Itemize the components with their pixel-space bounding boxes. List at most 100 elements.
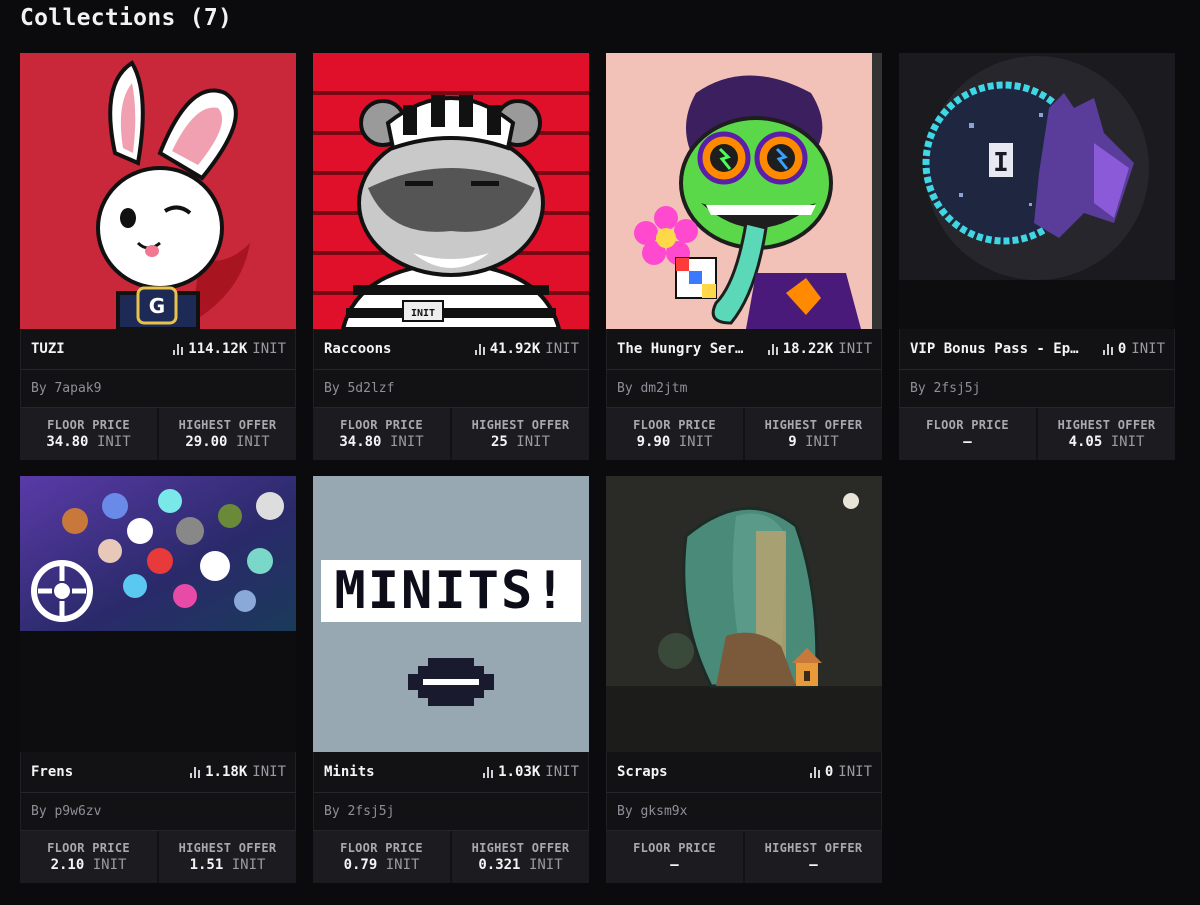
highest-offer-value: 9 — [788, 434, 797, 450]
highest-offer-label: HIGHEST OFFER — [178, 418, 277, 432]
collection-image-raccoons[interactable]: INIT — [313, 53, 589, 329]
floor-price: FLOOR PRICE 34.80 INIT — [313, 408, 450, 460]
collections-grid: G TUZI 114.12K INIT By 7apak9 FLOOR PRIC… — [20, 53, 1175, 883]
collection-card-scraps[interactable]: Scraps 0 INIT By gksm9x FLOOR PRICE – HI… — [606, 476, 882, 883]
price-stats: FLOOR PRICE 34.80 INIT HIGHEST OFFER 29.… — [20, 408, 296, 460]
price-stats: FLOOR PRICE 34.80 INIT HIGHEST OFFER 25 … — [313, 408, 589, 460]
highest-offer-label: HIGHEST OFFER — [471, 841, 570, 855]
tuzi-artwork: G — [20, 53, 296, 329]
collection-meta: Frens 1.18K INIT By p9w6zv FLOOR PRICE 2… — [20, 752, 296, 883]
highest-offer-value: 29.00 — [185, 434, 228, 450]
collection-name[interactable]: Scraps — [617, 764, 668, 780]
floor-price-value: 34.80 — [46, 434, 89, 450]
collection-name[interactable]: TUZI — [31, 341, 65, 357]
collection-card-vip[interactable]: I VIP Bonus Pass - Ep… 0 INIT By 2fsj5j … — [899, 53, 1175, 460]
floor-price-label: FLOOR PRICE — [340, 418, 423, 432]
volume-chart-icon — [767, 343, 778, 355]
highest-offer-unit: INIT — [528, 857, 563, 873]
price-stats: FLOOR PRICE – HIGHEST OFFER – — [606, 831, 882, 883]
volume-unit: INIT — [838, 764, 872, 780]
floor-price-value: 9.90 — [636, 434, 671, 450]
highest-offer-unit: INIT — [235, 434, 270, 450]
collection-name[interactable]: Minits — [324, 764, 375, 780]
volume-chart-icon — [483, 766, 494, 778]
collection-image-vip[interactable]: I — [899, 53, 1175, 329]
highest-offer-value: – — [809, 857, 818, 873]
collection-header: Scraps 0 INIT — [606, 752, 882, 793]
collection-card-minits[interactable]: MINITS! Minits 1.03K INIT By 2fsj5j FLOO… — [313, 476, 589, 883]
floor-price-unit: INIT — [92, 857, 127, 873]
highest-offer-unit: INIT — [516, 434, 550, 450]
collection-card-tuzi[interactable]: G TUZI 114.12K INIT By 7apak9 FLOOR PRIC… — [20, 53, 296, 460]
floor-price-unit: INIT — [389, 434, 424, 450]
volume-value: 1.18K — [205, 764, 248, 780]
collection-name[interactable]: The Hungry Ser… — [617, 341, 743, 357]
collection-name[interactable]: VIP Bonus Pass - Ep… — [910, 341, 1079, 357]
collection-image-hungry[interactable] — [606, 53, 882, 329]
collection-meta: The Hungry Ser… 18.22K INIT By dm2jtm FL… — [606, 329, 882, 460]
volume-chart-icon — [173, 343, 184, 355]
collection-header: TUZI 114.12K INIT — [20, 329, 296, 370]
highest-offer-value: 25 — [490, 434, 508, 450]
collection-image-frens[interactable] — [20, 476, 296, 752]
hungry-artwork — [606, 53, 882, 329]
creator[interactable]: By dm2jtm — [606, 370, 882, 408]
scraps-artwork — [606, 476, 882, 752]
collection-card-raccoons[interactable]: INIT Raccoons 41.92K INIT By 5d2lzf FLOO… — [313, 53, 589, 460]
collection-card-hungry[interactable]: The Hungry Ser… 18.22K INIT By dm2jtm FL… — [606, 53, 882, 460]
volume-value: 114.12K — [188, 341, 248, 357]
volume-unit: INIT — [545, 341, 579, 357]
collection-name[interactable]: Frens — [31, 764, 73, 780]
creator[interactable]: By p9w6zv — [20, 793, 296, 831]
highest-offer: HIGHEST OFFER 29.00 INIT — [157, 408, 296, 460]
volume-value: 0 — [824, 764, 834, 780]
collection-meta: VIP Bonus Pass - Ep… 0 INIT By 2fsj5j FL… — [899, 329, 1175, 460]
svg-text:I: I — [993, 148, 1009, 178]
highest-offer: HIGHEST OFFER 0.321 INIT — [450, 831, 589, 883]
collection-image-minits[interactable]: MINITS! — [313, 476, 589, 752]
floor-price-label: FLOOR PRICE — [926, 418, 1009, 432]
price-stats: FLOOR PRICE 9.90 INIT HIGHEST OFFER 9 IN… — [606, 408, 882, 460]
volume-chart-icon — [190, 766, 201, 778]
creator[interactable]: By gksm9x — [606, 793, 882, 831]
floor-price: FLOOR PRICE 9.90 INIT — [606, 408, 743, 460]
collection-meta: Scraps 0 INIT By gksm9x FLOOR PRICE – HI… — [606, 752, 882, 883]
creator[interactable]: By 5d2lzf — [313, 370, 589, 408]
collection-image-tuzi[interactable]: G — [20, 53, 296, 329]
collection-header: Frens 1.18K INIT — [20, 752, 296, 793]
volume-unit: INIT — [1131, 341, 1165, 357]
highest-offer-value: 1.51 — [189, 857, 224, 873]
minits-artwork: MINITS! — [313, 476, 589, 752]
floor-price-value: – — [670, 857, 679, 873]
floor-price-unit: INIT — [96, 434, 131, 450]
volume-chart-icon — [474, 343, 485, 355]
highest-offer: HIGHEST OFFER 4.05 INIT — [1036, 408, 1175, 460]
highest-offer-unit: INIT — [805, 434, 839, 450]
volume: 18.22K INIT — [767, 341, 872, 357]
volume: 1.03K INIT — [483, 764, 579, 780]
creator[interactable]: By 2fsj5j — [899, 370, 1175, 408]
collection-header: Minits 1.03K INIT — [313, 752, 589, 793]
svg-text:G: G — [149, 294, 165, 318]
floor-price: FLOOR PRICE – — [899, 408, 1036, 460]
floor-price-label: FLOOR PRICE — [47, 418, 130, 432]
collection-image-scraps[interactable] — [606, 476, 882, 752]
svg-text:INIT: INIT — [411, 308, 435, 319]
highest-offer: HIGHEST OFFER – — [743, 831, 882, 883]
collection-card-frens[interactable]: Frens 1.18K INIT By p9w6zv FLOOR PRICE 2… — [20, 476, 296, 883]
creator[interactable]: By 7apak9 — [20, 370, 296, 408]
volume-value: 1.03K — [498, 764, 541, 780]
svg-text:MINITS!: MINITS! — [334, 561, 567, 621]
floor-price-value: 0.79 — [343, 857, 378, 873]
volume: 41.92K INIT — [474, 341, 579, 357]
highest-offer: HIGHEST OFFER 25 INIT — [450, 408, 589, 460]
collection-name[interactable]: Raccoons — [324, 341, 391, 357]
collection-header: Raccoons 41.92K INIT — [313, 329, 589, 370]
floor-price-value: – — [963, 434, 972, 450]
highest-offer-label: HIGHEST OFFER — [178, 841, 277, 855]
floor-price: FLOOR PRICE 0.79 INIT — [313, 831, 450, 883]
creator[interactable]: By 2fsj5j — [313, 793, 589, 831]
volume-chart-icon — [1102, 343, 1113, 355]
highest-offer: HIGHEST OFFER 9 INIT — [743, 408, 882, 460]
volume: 1.18K INIT — [190, 764, 286, 780]
